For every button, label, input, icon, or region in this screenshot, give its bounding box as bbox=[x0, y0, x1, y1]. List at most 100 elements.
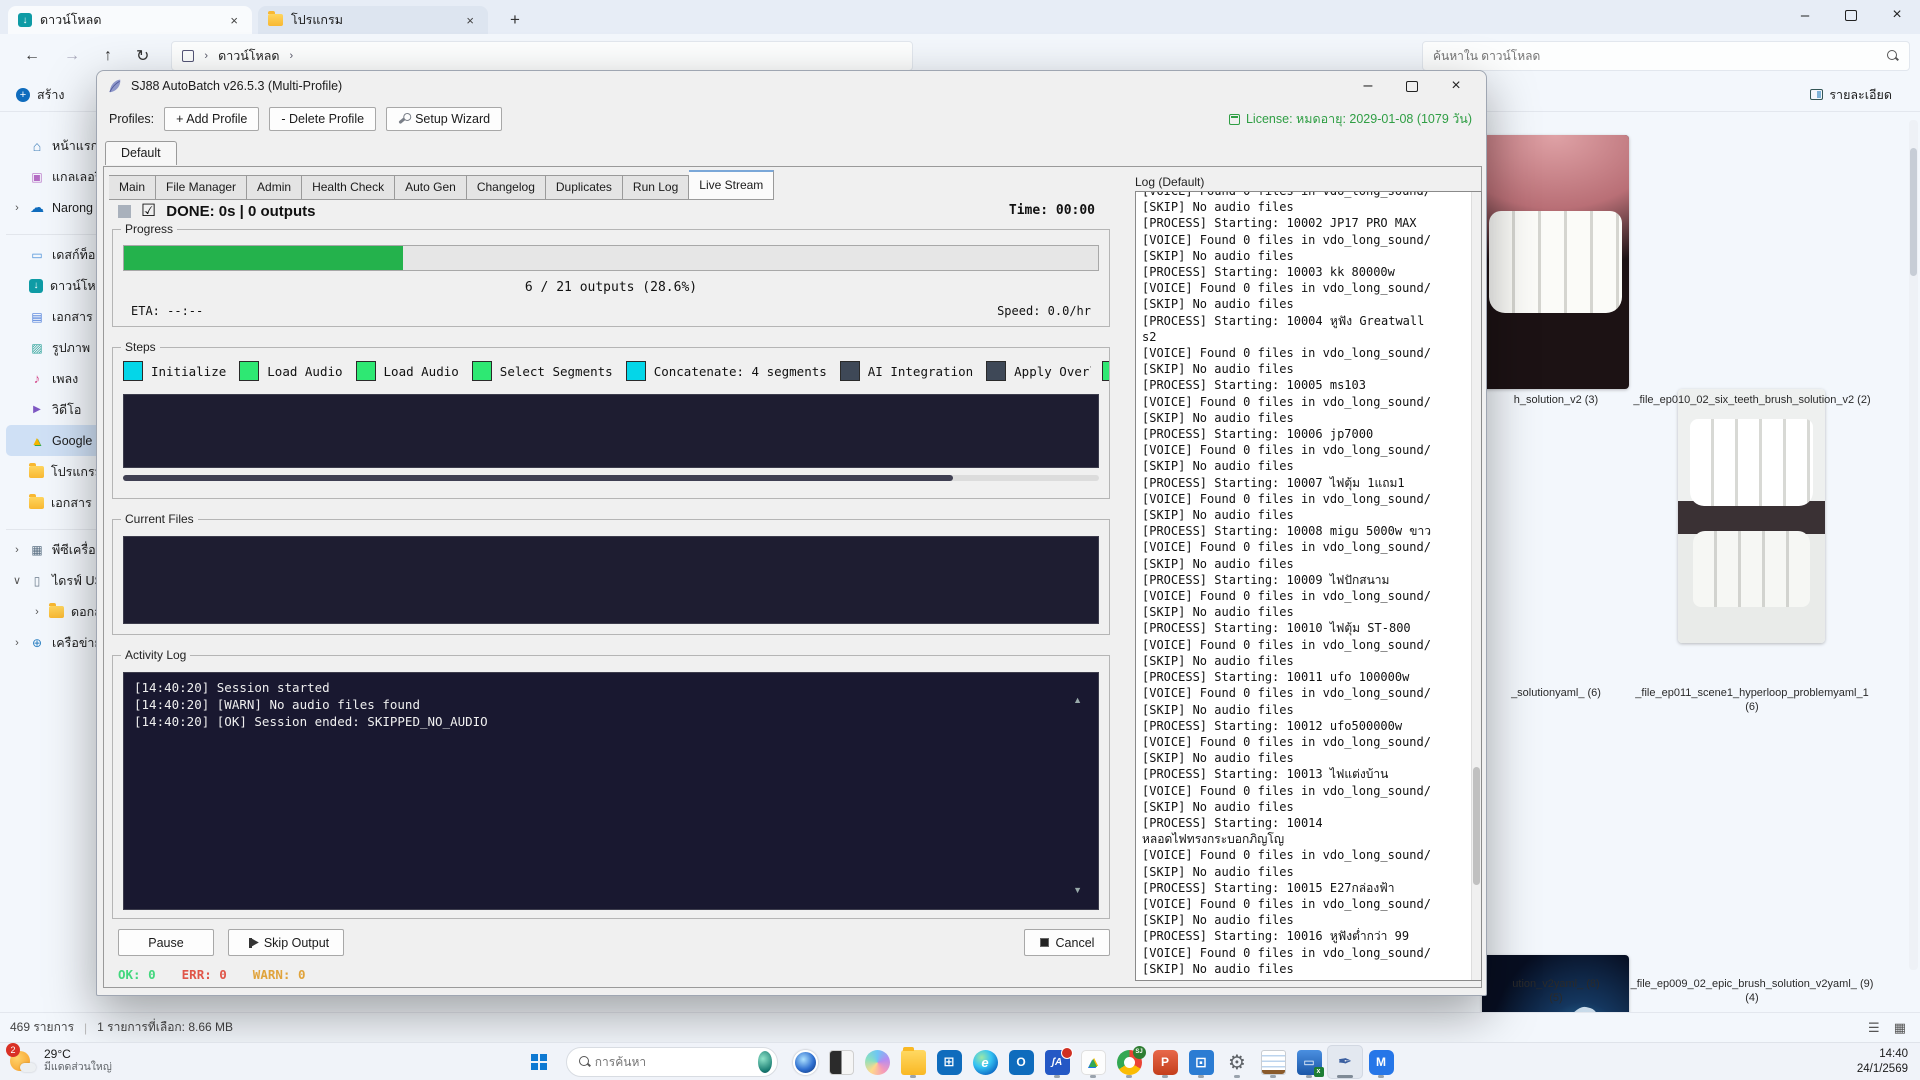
maximize-icon bbox=[1406, 81, 1418, 92]
counter: ERR: 0 bbox=[182, 967, 227, 982]
google-drive[interactable]: ▲ bbox=[1075, 1045, 1111, 1079]
app-minimize-button[interactable]: – bbox=[1346, 71, 1390, 101]
refresh-icon[interactable]: ↻ bbox=[136, 46, 149, 66]
log-scrollbar[interactable] bbox=[1471, 192, 1481, 980]
minimize-button[interactable] bbox=[1782, 0, 1828, 30]
copilot[interactable] bbox=[859, 1045, 895, 1079]
activity-log-panel[interactable]: [14:40:20] Session started[14:40:20] [WA… bbox=[123, 672, 1099, 910]
powerpoint[interactable]: P bbox=[1147, 1045, 1183, 1079]
explorer-scrollbar[interactable] bbox=[1909, 120, 1918, 970]
app-tab[interactable]: Health Check bbox=[302, 175, 395, 200]
app-tab[interactable]: Changelog bbox=[467, 175, 546, 200]
search-input[interactable] bbox=[1433, 49, 1887, 63]
up-icon[interactable]: ↑ bbox=[104, 47, 112, 65]
forward-icon[interactable]: → bbox=[64, 47, 80, 65]
portal-app[interactable]: ⊡ bbox=[1183, 1045, 1219, 1079]
maximize-button[interactable] bbox=[1828, 0, 1874, 30]
explorer-tab[interactable]: ดาวน์โหลด × bbox=[8, 6, 252, 34]
app-tabs: Main File Manager Admin Health Check Aut… bbox=[109, 170, 774, 200]
gallery-photo-app[interactable] bbox=[787, 1045, 823, 1079]
app-tile-icon bbox=[793, 1050, 818, 1075]
settings[interactable]: ⚙ bbox=[1219, 1045, 1255, 1079]
current-files-label: Current Files bbox=[121, 512, 198, 526]
profile-tab-default[interactable]: Default bbox=[105, 141, 177, 165]
delete-profile-button[interactable]: - Delete Profile bbox=[269, 107, 376, 131]
taskbar-search-input[interactable] bbox=[595, 1055, 750, 1069]
app-tab[interactable]: File Manager bbox=[156, 175, 247, 200]
app-tab[interactable]: Auto Gen bbox=[395, 175, 467, 200]
tab-icon bbox=[18, 13, 32, 27]
file-caption[interactable]: _file_ep010_02_six_teeth_brush_solution_… bbox=[1630, 393, 1874, 407]
close-button[interactable] bbox=[1874, 0, 1920, 30]
log-panel-title: Log (Default) bbox=[1135, 175, 1204, 189]
list-view-icon[interactable]: ☰ bbox=[1868, 1020, 1880, 1036]
current-files-panel bbox=[123, 536, 1099, 624]
app-glyph: O bbox=[1016, 1055, 1025, 1069]
breadcrumb[interactable]: ดาวน์โหลด bbox=[218, 46, 279, 66]
app-tab[interactable]: Duplicates bbox=[546, 175, 623, 200]
file-thumbnail[interactable] bbox=[1678, 389, 1825, 643]
taskbar-clock[interactable]: 14:40 24/1/2569 bbox=[1857, 1047, 1908, 1077]
clock-time: 14:40 bbox=[1857, 1047, 1908, 1062]
autobatch-feather[interactable]: ✒ bbox=[1327, 1045, 1363, 1079]
chevron-icon[interactable]: › bbox=[12, 202, 22, 214]
edge-browser[interactable]: e bbox=[967, 1045, 1003, 1079]
tab-close-icon[interactable]: × bbox=[462, 13, 478, 28]
outlook[interactable]: O bbox=[1003, 1045, 1039, 1079]
file-thumbnail[interactable] bbox=[1482, 135, 1629, 389]
m-app[interactable]: M bbox=[1363, 1045, 1399, 1079]
scrollbar-thumb[interactable] bbox=[123, 475, 953, 481]
new-button[interactable]: + สร้าง bbox=[16, 85, 64, 105]
chevron-icon[interactable]: › bbox=[32, 606, 42, 618]
ia-app[interactable]: ʃA bbox=[1039, 1045, 1075, 1079]
explorer-search[interactable] bbox=[1422, 41, 1910, 71]
search-highlight-image[interactable] bbox=[758, 1051, 772, 1073]
app-tab[interactable]: Main bbox=[109, 175, 156, 200]
sidebar-item-icon bbox=[29, 517, 45, 531]
steps-horizontal-scrollbar[interactable] bbox=[123, 475, 1099, 481]
pause-button[interactable]: Pause bbox=[118, 929, 214, 956]
elapsed-time: Time: 00:00 bbox=[1009, 203, 1095, 218]
taskbar-search[interactable] bbox=[566, 1047, 778, 1077]
chevron-icon[interactable]: › bbox=[12, 637, 22, 649]
current-files-group: Current Files bbox=[112, 519, 1110, 635]
chrome-sj[interactable]: SJ bbox=[1111, 1045, 1147, 1079]
explorer-tab[interactable]: โปรแกรม × bbox=[258, 6, 488, 34]
app-tab[interactable]: Admin bbox=[247, 175, 302, 200]
task-view[interactable] bbox=[823, 1045, 859, 1079]
app-close-button[interactable]: × bbox=[1434, 71, 1478, 101]
scrollbar-thumb[interactable] bbox=[1473, 767, 1480, 885]
app-tile-icon: SJ bbox=[1117, 1050, 1142, 1075]
chevron-icon[interactable]: ∨ bbox=[12, 574, 22, 587]
cancel-button[interactable]: Cancel bbox=[1024, 929, 1110, 956]
log-panel[interactable]: [VOICE] Found 0 files in vdo_long_sound/… bbox=[1135, 191, 1482, 981]
notes-app[interactable] bbox=[1255, 1045, 1291, 1079]
app-glyph: ✒ bbox=[1338, 1052, 1352, 1072]
step-color-swatch-partial bbox=[1102, 361, 1109, 381]
chevron-icon[interactable]: › bbox=[12, 544, 22, 556]
setup-wizard-button[interactable]: Setup Wizard bbox=[386, 107, 502, 131]
tab-close-icon[interactable]: × bbox=[226, 13, 242, 28]
microsoft-store[interactable]: ⊞ bbox=[931, 1045, 967, 1079]
breadcrumb-chevron: › bbox=[290, 50, 294, 62]
remote-desktop[interactable]: ▭ bbox=[1291, 1045, 1327, 1079]
add-profile-button[interactable]: + Add Profile bbox=[164, 107, 259, 131]
back-icon[interactable]: ← bbox=[24, 47, 40, 65]
new-tab-button[interactable]: + bbox=[502, 10, 528, 34]
scroll-up-icon[interactable]: ▲ bbox=[1073, 695, 1082, 705]
scrollbar-thumb[interactable] bbox=[1910, 148, 1917, 276]
file-caption[interactable]: _file_ep009_02_epic_brush_solution_v2yam… bbox=[1630, 977, 1874, 1005]
status-square-icon bbox=[118, 205, 131, 218]
app-tab[interactable]: Run Log bbox=[623, 175, 689, 200]
app-maximize-button[interactable] bbox=[1390, 71, 1434, 101]
app-tab[interactable]: Live Stream bbox=[689, 170, 774, 200]
address-bar[interactable]: › ดาวน์โหลด › bbox=[171, 41, 913, 71]
file-caption[interactable]: _file_ep011_scene1_hyperloop_problemyaml… bbox=[1630, 686, 1874, 714]
icons-view-icon[interactable]: ▦ bbox=[1894, 1020, 1906, 1036]
skip-output-button[interactable]: Skip Output bbox=[228, 929, 344, 956]
file-explorer[interactable] bbox=[895, 1045, 931, 1079]
scroll-down-icon[interactable]: ▼ bbox=[1073, 885, 1082, 895]
app-title-bar[interactable]: SJ88 AutoBatch v26.5.3 (Multi-Profile) –… bbox=[97, 71, 1486, 101]
details-button[interactable]: รายละเอียด bbox=[1810, 85, 1892, 105]
start-button[interactable] bbox=[521, 1046, 557, 1078]
